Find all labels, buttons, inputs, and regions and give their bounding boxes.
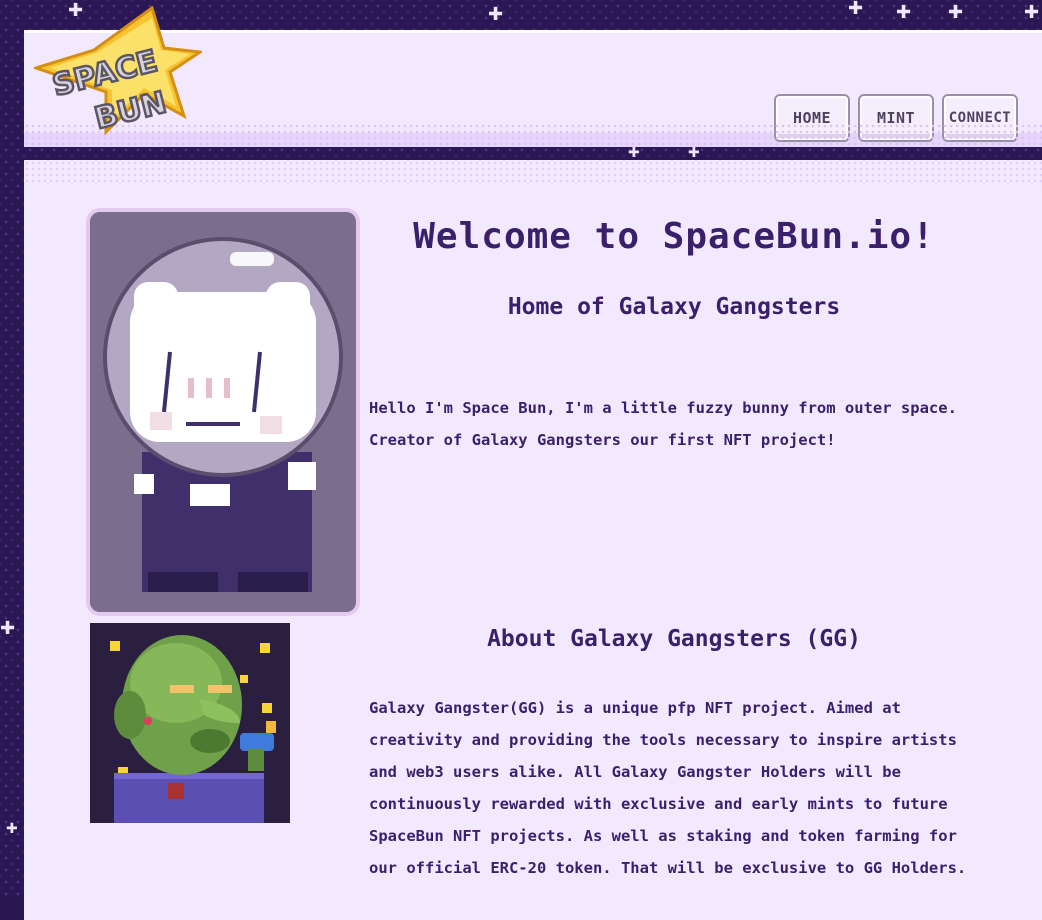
main-panel: Welcome to SpaceBun.io! Home of Galaxy G…: [24, 160, 1042, 920]
nav-home-button[interactable]: HOME: [774, 94, 850, 142]
sparkle-icon: ✚: [488, 4, 504, 25]
sparkle-icon: ✚: [0, 618, 16, 639]
astronaut-bunny-image: [90, 212, 356, 612]
intro-paragraph: Hello I'm Space Bun, I'm a little fuzzy …: [369, 399, 957, 449]
space-bun-logo[interactable]: SPACE BUN: [31, 5, 205, 138]
main-nav: HOME MINT CONNECT: [774, 94, 1018, 142]
sparkle-icon: ✚: [848, 0, 864, 19]
nav-mint-button[interactable]: MINT: [858, 94, 934, 142]
page-title: Welcome to SpaceBun.io!: [413, 216, 935, 257]
sparkle-icon: ✚: [688, 145, 700, 161]
sparkle-icon: ✚: [948, 2, 964, 23]
about-paragraph: Galaxy Gangster(GG) is a unique pfp NFT …: [369, 699, 967, 877]
about-heading: About Galaxy Gangsters (GG): [487, 626, 861, 652]
sparkle-icon: ✚: [1024, 2, 1040, 23]
page-subtitle: Home of Galaxy Gangsters: [507, 294, 841, 320]
nav-connect-button[interactable]: CONNECT: [942, 94, 1018, 142]
sparkle-icon: ✚: [6, 821, 18, 837]
galaxy-gangster-image: [90, 623, 290, 823]
sparkle-icon: ✚: [628, 145, 640, 161]
svg-text:BUN: BUN: [91, 85, 170, 136]
sparkle-icon: ✚: [896, 2, 912, 23]
